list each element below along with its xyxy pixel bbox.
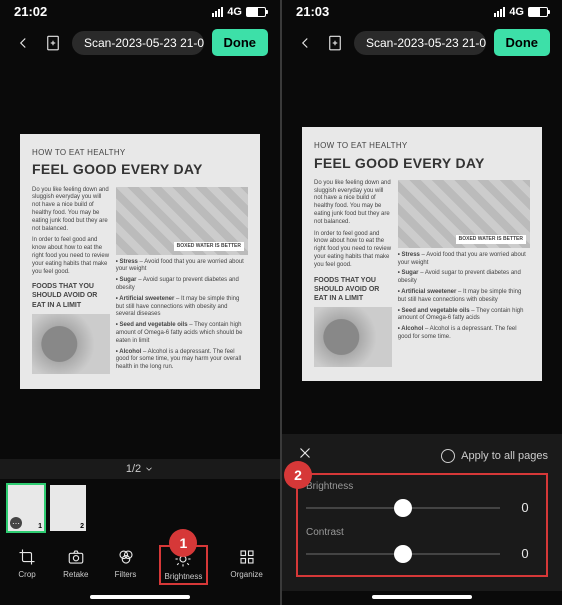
brightness-slider-thumb[interactable] — [394, 499, 412, 517]
status-time: 21:02 — [14, 4, 47, 19]
doc-subtitle: HOW TO EAT HEALTHY — [32, 148, 248, 158]
brightness-button[interactable]: 1 Brightness — [159, 545, 209, 585]
organize-icon — [237, 547, 257, 567]
camera-icon — [66, 547, 86, 567]
done-button[interactable]: Done — [212, 29, 269, 56]
crop-button[interactable]: Crop — [13, 545, 41, 585]
annotation-badge-1: 1 — [169, 529, 197, 557]
thumbnail-2[interactable]: 2 — [50, 485, 86, 531]
document-preview-area[interactable]: HOW TO EAT HEALTHY FEEL GOOD EVERY DAY D… — [282, 64, 562, 434]
close-icon — [296, 444, 314, 462]
brightness-controls-box: 2 Brightness 0 Contrast 0 — [296, 473, 548, 577]
contrast-label: Contrast — [306, 527, 538, 538]
bottom-toolbar: Crop Retake Filters 1 Brightness Organiz… — [0, 537, 280, 591]
contrast-value: 0 — [512, 546, 538, 561]
boxed-water-label: BOXED WATER IS BETTER — [456, 235, 526, 244]
signal-icon — [494, 7, 505, 17]
add-page-button[interactable] — [42, 32, 64, 54]
doc-citrus-image: BOXED WATER IS BETTER — [116, 187, 248, 255]
doc-heading2: FOODS THAT YOU SHOULD AVOID OR EAT IN A … — [314, 276, 392, 303]
network-label: 4G — [227, 6, 242, 18]
home-indicator[interactable] — [372, 595, 472, 599]
status-time: 21:03 — [296, 4, 329, 19]
right-phone-screen: 21:03 4G Scan-2023-05-23 21-01-17 Done H… — [282, 0, 562, 605]
thumbnail-1[interactable]: ⋯ 1 — [8, 485, 44, 531]
page-indicator[interactable]: 1/2 — [0, 459, 280, 479]
done-button[interactable]: Done — [494, 29, 551, 56]
annotation-badge-2: 2 — [284, 461, 312, 489]
radio-icon — [441, 449, 455, 463]
left-phone-screen: 21:02 4G Scan-2023-05-23 21-01-17 Done H… — [0, 0, 280, 605]
thumbnail-strip: ⋯ 1 2 — [0, 479, 280, 537]
apply-all-pages-toggle[interactable]: Apply to all pages — [441, 449, 548, 463]
contrast-slider-thumb[interactable] — [394, 545, 412, 563]
status-bar: 21:03 4G — [282, 0, 562, 21]
battery-icon — [246, 7, 266, 17]
doc-title: FEEL GOOD EVERY DAY — [32, 160, 248, 178]
organize-button[interactable]: Organize — [226, 545, 266, 585]
document-title[interactable]: Scan-2023-05-23 21-01-17 — [72, 31, 204, 55]
status-right: 4G — [212, 6, 266, 18]
filters-icon — [116, 547, 136, 567]
home-indicator[interactable] — [90, 595, 190, 599]
document-preview-area[interactable]: HOW TO EAT HEALTHY FEEL GOOD EVERY DAY D… — [0, 64, 280, 459]
thumbnail-menu-icon[interactable]: ⋯ — [10, 517, 22, 529]
boxed-water-label: BOXED WATER IS BETTER — [174, 242, 244, 251]
back-button[interactable] — [294, 32, 316, 54]
retake-button[interactable]: Retake — [59, 545, 92, 585]
crop-icon — [17, 547, 37, 567]
scanned-document: HOW TO EAT HEALTHY FEEL GOOD EVERY DAY D… — [20, 134, 260, 389]
doc-cup-image — [314, 307, 392, 367]
contrast-slider-group: Contrast 0 — [306, 527, 538, 561]
status-bar: 21:02 4G — [0, 0, 280, 21]
network-label: 4G — [509, 6, 524, 18]
brightness-label: Brightness — [306, 481, 538, 492]
filters-button[interactable]: Filters — [111, 545, 141, 585]
brightness-slider[interactable] — [306, 507, 500, 509]
add-page-icon — [326, 34, 344, 52]
top-toolbar: Scan-2023-05-23 21-01-17 Done — [282, 21, 562, 64]
brightness-slider-group: Brightness 0 — [306, 481, 538, 515]
chevron-down-icon — [144, 464, 154, 474]
doc-heading2: FOODS THAT YOU SHOULD AVOID OR EAT IN A … — [32, 282, 110, 309]
doc-cup-image — [32, 314, 110, 374]
doc-title: FEEL GOOD EVERY DAY — [314, 154, 530, 172]
add-page-icon — [44, 34, 62, 52]
contrast-slider[interactable] — [306, 553, 500, 555]
brightness-value: 0 — [512, 500, 538, 515]
signal-icon — [212, 7, 223, 17]
top-toolbar: Scan-2023-05-23 21-01-17 Done — [0, 21, 280, 64]
brightness-panel: Apply to all pages 2 Brightness 0 Contra… — [282, 434, 562, 591]
back-button[interactable] — [12, 32, 34, 54]
document-title[interactable]: Scan-2023-05-23 21-01-17 — [354, 31, 486, 55]
scanned-document: HOW TO EAT HEALTHY FEEL GOOD EVERY DAY D… — [302, 127, 542, 381]
doc-subtitle: HOW TO EAT HEALTHY — [314, 141, 530, 151]
battery-icon — [528, 7, 548, 17]
doc-citrus-image: BOXED WATER IS BETTER — [398, 180, 530, 248]
chevron-left-icon — [296, 34, 314, 52]
status-right: 4G — [494, 6, 548, 18]
chevron-left-icon — [14, 34, 32, 52]
add-page-button[interactable] — [324, 32, 346, 54]
